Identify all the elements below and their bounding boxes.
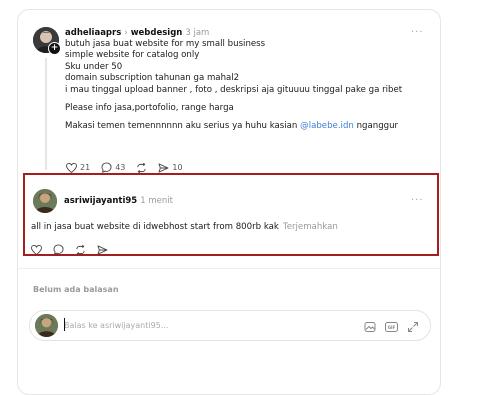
no-replies-label: Belum ada balasan [33,285,119,294]
reply-input[interactable] [64,318,284,332]
avatar [35,314,58,337]
comment-button[interactable] [53,244,64,255]
repost-icon [75,244,86,255]
send-icon [97,244,108,255]
reply-header: asriwijayanti95 1 menit [64,195,173,207]
share-count: 10 [172,163,183,172]
translate-link[interactable]: Terjemahkan [283,222,338,232]
divider [18,268,440,269]
repost-icon [136,162,147,173]
thread-line [45,58,47,170]
like-button[interactable] [31,244,42,255]
more-options-icon[interactable]: ··· [411,195,424,206]
text-caret [64,318,65,331]
post-username[interactable]: adheliaaprs [65,28,121,38]
share-button[interactable]: 10 [158,162,183,173]
reply-time: 1 menit [140,196,173,206]
post-text: Makasi temen temennnnnn aku serius ya hu… [65,121,301,132]
follow-plus-icon[interactable]: + [48,42,61,55]
post-actions: 21 43 10 [66,162,194,173]
reply-username[interactable]: asriwijayanti95 [64,196,137,206]
post-line: butuh jasa buat website for my small bus… [65,39,266,49]
comment-icon [53,244,64,255]
post-paragraph: Please info jasa,portofolio, range harga [65,103,234,114]
post-body: butuh jasa buat website for my small bus… [65,39,430,133]
svg-text:GIF: GIF [388,325,396,330]
post-topic[interactable]: webdesign [131,28,183,38]
share-button[interactable] [97,244,108,255]
comment-button[interactable]: 43 [101,162,125,173]
like-button[interactable]: 21 [66,162,91,173]
composer-tools: GIF [364,318,419,337]
post-time: 3 jam [185,28,210,38]
mention-link[interactable]: @labebe.idn [300,121,354,131]
comment-icon [101,162,112,173]
send-icon [158,162,169,173]
avatar[interactable] [33,189,57,213]
post-line: domain subscription tahunan ga mahal2 [65,73,240,84]
post-line: simple website for catalog only [65,50,200,61]
more-options-icon[interactable]: ··· [411,27,424,38]
reply-text: all in jasa buat website di idwebhost st… [31,222,279,232]
reply-body: all in jasa buat website di idwebhost st… [31,221,338,233]
expand-icon[interactable] [407,318,419,337]
post-paragraph: Makasi temen temennnnnn aku serius ya hu… [65,121,430,132]
repost-button[interactable] [75,244,86,255]
post-line: i mau tinggal upload banner , foto , des… [65,84,403,95]
heart-icon [31,244,42,255]
post-text: nganggur [353,121,399,132]
heart-icon [66,162,77,173]
gif-icon[interactable]: GIF [385,318,398,337]
comment-count: 43 [115,163,126,172]
repost-button[interactable] [136,162,147,173]
reply-actions [31,244,119,255]
post-header: adheliaaprs › webdesign 3 jam [65,27,209,39]
image-icon[interactable] [364,318,376,337]
like-count: 21 [80,163,91,172]
post-line: Sku under 50 [65,61,123,72]
chevron-right-icon: › [124,28,128,38]
